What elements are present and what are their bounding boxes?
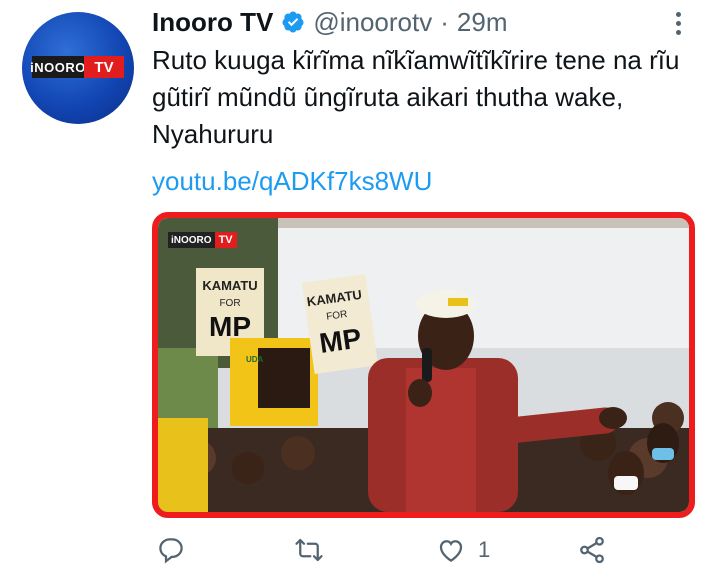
more-options-icon[interactable] [668,8,688,38]
reply-button[interactable] [156,530,186,570]
sign2-line3: MP [317,322,363,359]
media-image: KAMATU FOR MP UDA KAMATU FOR MP [158,218,689,512]
tweet-link[interactable]: youtu.be/qADKf7ks8WU [152,163,432,200]
poster-party: UDA [246,355,264,364]
separator-dot: · [440,6,449,37]
reply-icon [159,538,183,564]
sign1-line3: MP [209,311,251,342]
like-count: 1 [478,537,491,562]
avatar-logo-right: TV [84,56,124,78]
retweet-icon [295,538,323,562]
media-tv-badge: iNOORO TV [168,232,237,248]
tweet-card[interactable]: iNOORO TV Inooro TV @inoorotv · 29m Ruto… [0,0,720,575]
handle[interactable]: @inoorotv [313,7,432,38]
tweet-text: Ruto kuuga kĩrĩma nĩkĩamwĩtĩkĩrire tene … [152,45,680,149]
display-name[interactable]: Inooro TV [152,7,273,38]
verified-badge-icon [282,11,304,33]
share-button[interactable] [577,530,607,570]
avatar-logo: iNOORO TV [30,56,124,78]
avatar-logo-left: iNOORO [30,56,85,78]
media-badge-right: TV [214,232,237,248]
like-button[interactable]: 1 [436,530,490,570]
sign1-line1: KAMATU [202,278,257,293]
timestamp[interactable]: 29m [457,7,508,38]
tweet-actions: 1 [152,530,692,570]
retweet-button[interactable] [294,530,324,570]
avatar[interactable]: iNOORO TV [22,12,134,124]
media-badge-left: iNOORO [168,232,215,248]
tweet-header: Inooro TV @inoorotv · 29m [152,4,507,40]
like-heart-icon [439,540,463,562]
sign1-line2: FOR [219,298,240,309]
share-icon [580,536,604,564]
media-thumbnail[interactable]: KAMATU FOR MP UDA KAMATU FOR MP iNOORO T… [152,212,695,518]
